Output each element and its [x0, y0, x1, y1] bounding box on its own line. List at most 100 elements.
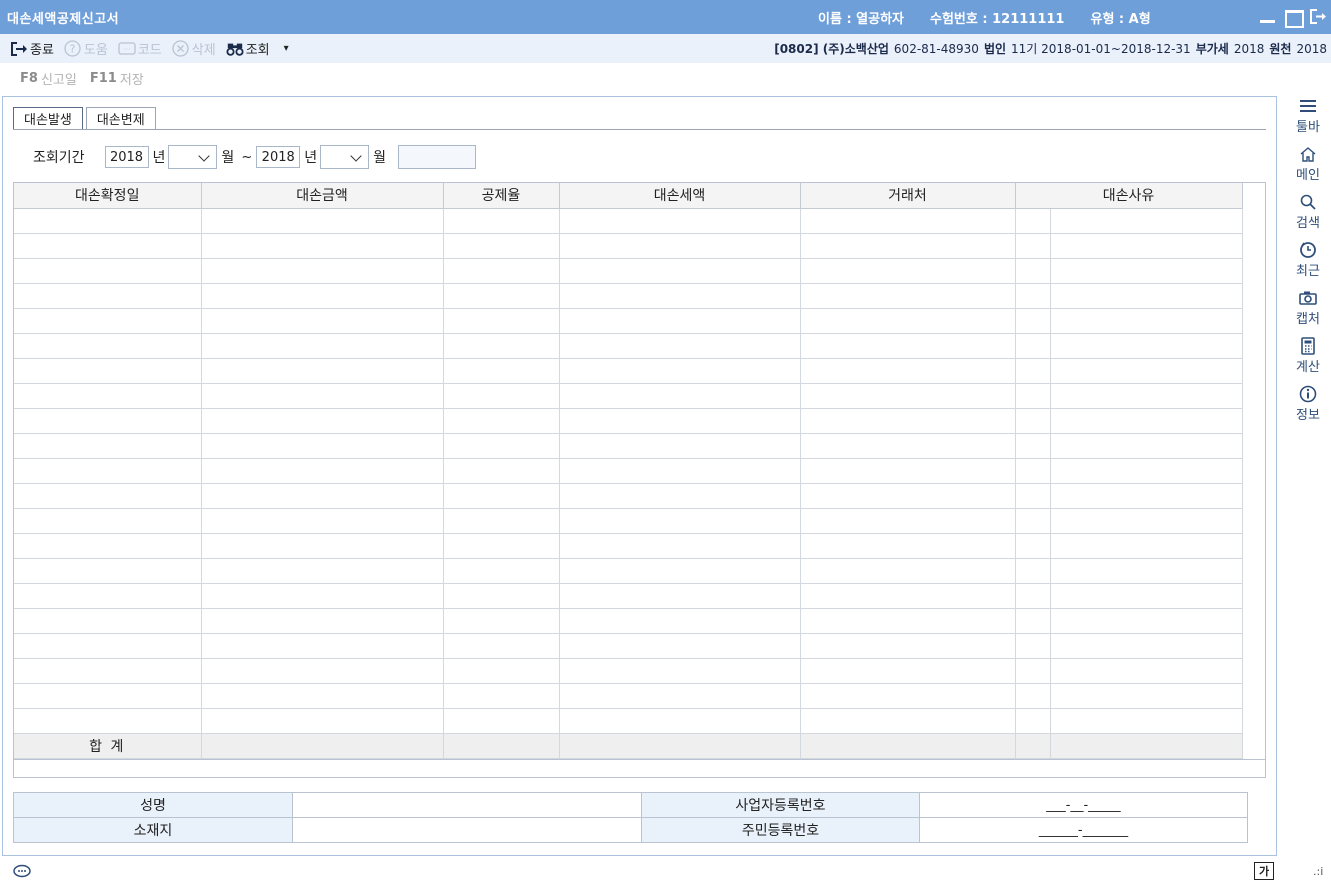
cell-bad-debt-amount[interactable]	[201, 358, 444, 384]
cell-reason-text[interactable]	[1050, 458, 1243, 484]
bizreg-field[interactable]: ___-__-_____	[919, 792, 1248, 818]
cell-deduction-rate[interactable]	[443, 583, 560, 609]
cell-deduction-rate[interactable]	[443, 358, 560, 384]
cell-bad-debt-tax[interactable]	[559, 308, 801, 334]
cell-reason-text[interactable]	[1050, 383, 1243, 409]
cell-bad-debt-tax[interactable]	[559, 333, 801, 359]
cell-reason-text[interactable]	[1050, 408, 1243, 434]
cell-reason-code[interactable]	[1015, 558, 1051, 584]
cell-deduction-rate[interactable]	[443, 608, 560, 634]
cell-deduction-rate[interactable]	[443, 408, 560, 434]
cell-customer[interactable]	[800, 533, 1016, 559]
col-customer[interactable]: 거래처	[800, 183, 1016, 209]
cell-customer[interactable]	[800, 508, 1016, 534]
cell-confirm-date[interactable]	[14, 658, 202, 684]
cell-bad-debt-amount[interactable]	[201, 483, 444, 509]
cell-bad-debt-amount[interactable]	[201, 608, 444, 634]
sidebar-main-button[interactable]: 메인	[1296, 144, 1320, 183]
cell-customer[interactable]	[800, 583, 1016, 609]
cell-customer[interactable]	[800, 558, 1016, 584]
cell-confirm-date[interactable]	[14, 208, 202, 234]
from-month-select[interactable]	[168, 145, 218, 169]
cell-deduction-rate[interactable]	[443, 633, 560, 659]
cell-deduction-rate[interactable]	[443, 233, 560, 259]
cell-customer[interactable]	[800, 333, 1016, 359]
cell-reason-text[interactable]	[1050, 283, 1243, 309]
cell-confirm-date[interactable]	[14, 358, 202, 384]
cell-reason-code[interactable]	[1015, 333, 1051, 359]
cell-reason-code[interactable]	[1015, 283, 1051, 309]
cell-confirm-date[interactable]	[14, 308, 202, 334]
cell-confirm-date[interactable]	[14, 633, 202, 659]
cell-bad-debt-tax[interactable]	[559, 258, 801, 284]
cell-reason-text[interactable]	[1050, 583, 1243, 609]
cell-bad-debt-amount[interactable]	[201, 683, 444, 709]
cell-bad-debt-tax[interactable]	[559, 383, 801, 409]
tab-bad-debt-repay[interactable]: 대손변제	[85, 107, 156, 129]
cell-reason-text[interactable]	[1050, 658, 1243, 684]
cell-bad-debt-tax[interactable]	[559, 358, 801, 384]
cell-deduction-rate[interactable]	[443, 383, 560, 409]
cell-customer[interactable]	[800, 308, 1016, 334]
cell-customer[interactable]	[800, 208, 1016, 234]
cell-bad-debt-amount[interactable]	[201, 508, 444, 534]
cell-confirm-date[interactable]	[14, 258, 202, 284]
search-button[interactable]: 조회	[226, 39, 270, 58]
cell-reason-text[interactable]	[1050, 508, 1243, 534]
chat-icon[interactable]	[12, 864, 32, 883]
cell-bad-debt-amount[interactable]	[201, 408, 444, 434]
cell-reason-text[interactable]	[1050, 233, 1243, 259]
minimize-button[interactable]	[1258, 7, 1277, 26]
cell-confirm-date[interactable]	[14, 233, 202, 259]
cell-reason-text[interactable]	[1050, 208, 1243, 234]
cell-bad-debt-amount[interactable]	[201, 208, 444, 234]
col-bad-debt-amount[interactable]: 대손금액	[201, 183, 444, 209]
cell-confirm-date[interactable]	[14, 283, 202, 309]
cell-confirm-date[interactable]	[14, 333, 202, 359]
address-field[interactable]	[292, 817, 642, 843]
cell-customer[interactable]	[800, 608, 1016, 634]
cell-deduction-rate[interactable]	[443, 483, 560, 509]
toolbar-more-dropdown[interactable]: ▾	[284, 43, 289, 54]
cell-confirm-date[interactable]	[14, 433, 202, 459]
report-date-button[interactable]: 신고일	[41, 69, 77, 88]
to-year-input[interactable]: 2018	[256, 146, 301, 168]
cell-reason-code[interactable]	[1015, 383, 1051, 409]
cell-reason-text[interactable]	[1050, 683, 1243, 709]
cell-customer[interactable]	[800, 708, 1016, 734]
resize-grip[interactable]: .:i	[1313, 865, 1323, 878]
name-field[interactable]	[292, 792, 642, 818]
cell-customer[interactable]	[800, 458, 1016, 484]
cell-bad-debt-tax[interactable]	[559, 233, 801, 259]
period-extra-field[interactable]	[398, 145, 476, 169]
cell-confirm-date[interactable]	[14, 383, 202, 409]
cell-bad-debt-tax[interactable]	[559, 608, 801, 634]
cell-reason-code[interactable]	[1015, 483, 1051, 509]
cell-reason-text[interactable]	[1050, 358, 1243, 384]
cell-customer[interactable]	[800, 683, 1016, 709]
cell-customer[interactable]	[800, 283, 1016, 309]
cell-confirm-date[interactable]	[14, 608, 202, 634]
cell-bad-debt-tax[interactable]	[559, 683, 801, 709]
cell-reason-text[interactable]	[1050, 333, 1243, 359]
cell-bad-debt-amount[interactable]	[201, 458, 444, 484]
cell-deduction-rate[interactable]	[443, 333, 560, 359]
cell-reason-code[interactable]	[1015, 233, 1051, 259]
cell-bad-debt-tax[interactable]	[559, 483, 801, 509]
cell-reason-text[interactable]	[1050, 483, 1243, 509]
cell-bad-debt-amount[interactable]	[201, 708, 444, 734]
cell-confirm-date[interactable]	[14, 483, 202, 509]
cell-reason-text[interactable]	[1050, 308, 1243, 334]
cell-reason-code[interactable]	[1015, 583, 1051, 609]
cell-reason-text[interactable]	[1050, 533, 1243, 559]
cell-confirm-date[interactable]	[14, 683, 202, 709]
cell-bad-debt-tax[interactable]	[559, 558, 801, 584]
cell-customer[interactable]	[800, 658, 1016, 684]
sidebar-capture-button[interactable]: 캡처	[1296, 288, 1320, 327]
cell-deduction-rate[interactable]	[443, 508, 560, 534]
cell-reason-text[interactable]	[1050, 258, 1243, 284]
sidebar-info-button[interactable]: 정보	[1296, 384, 1320, 423]
ime-indicator[interactable]: 가	[1254, 862, 1274, 880]
cell-deduction-rate[interactable]	[443, 683, 560, 709]
cell-confirm-date[interactable]	[14, 408, 202, 434]
